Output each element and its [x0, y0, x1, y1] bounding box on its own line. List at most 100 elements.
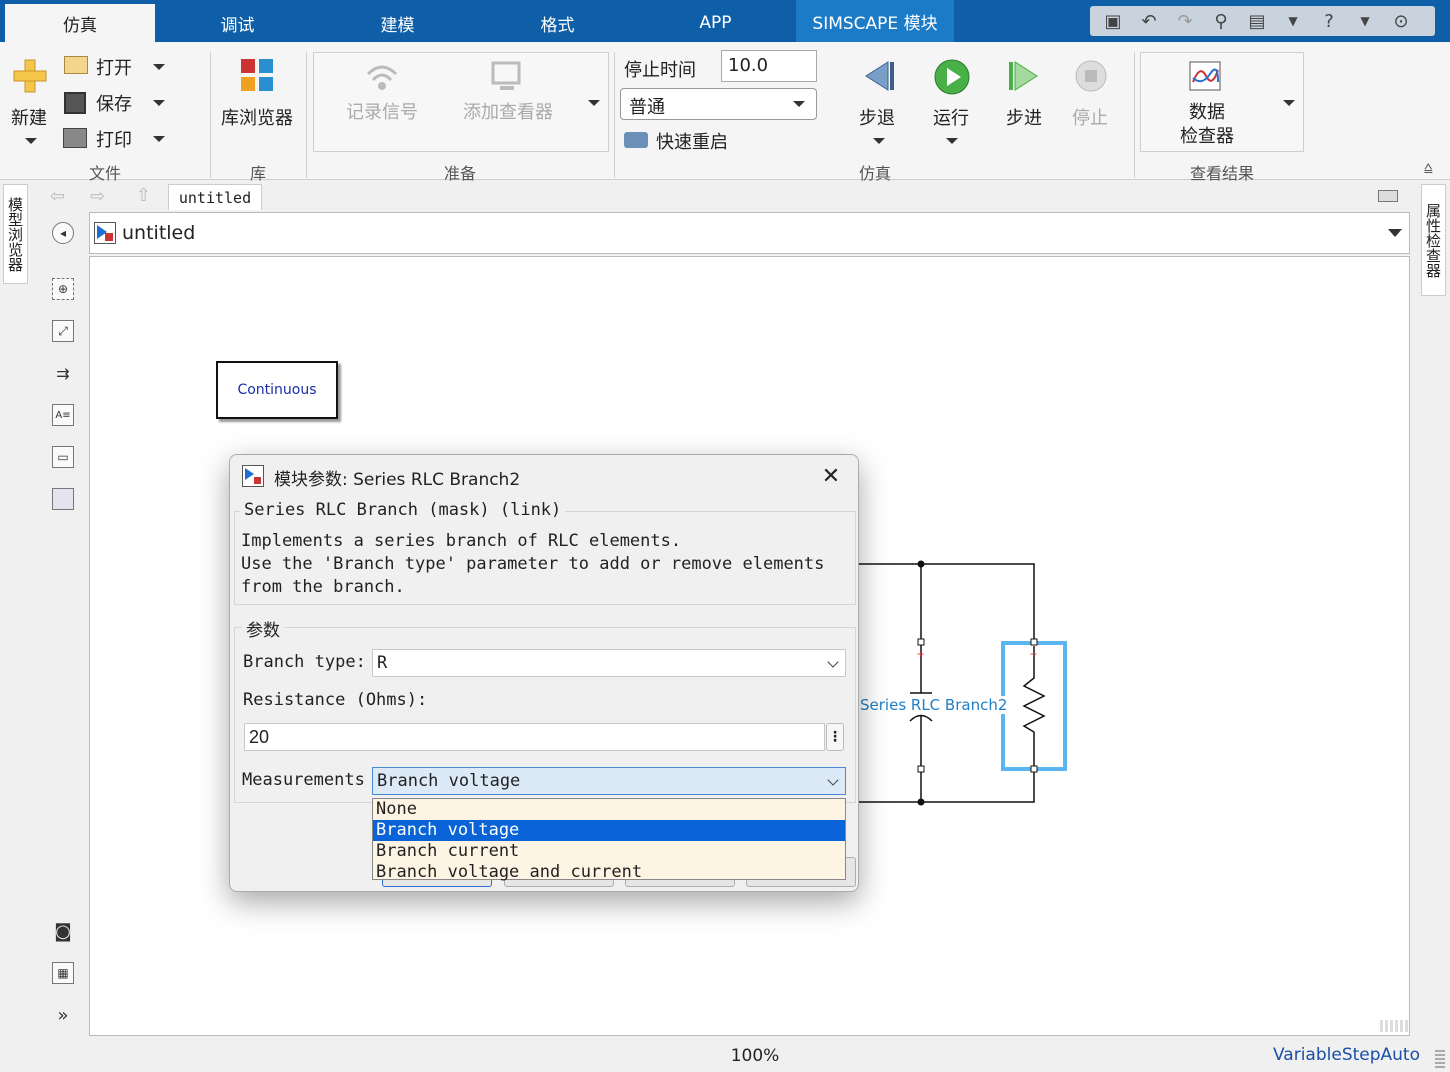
- library-browser-button[interactable]: 库浏览器: [221, 104, 293, 130]
- block-name-label[interactable]: Series RLC Branch2: [860, 696, 1008, 714]
- stop-button[interactable]: 停止: [1072, 104, 1108, 130]
- mask-header: Series RLC Branch (mask) (link): [240, 500, 566, 520]
- property-inspector-tab[interactable]: 属性检查器: [1421, 184, 1446, 296]
- chevron-down-icon[interactable]: [588, 100, 600, 106]
- redo-icon[interactable]: ↷: [1174, 10, 1196, 32]
- chevron-down-icon[interactable]: [153, 100, 165, 106]
- chevron-down-icon[interactable]: [1283, 100, 1295, 106]
- solver-link[interactable]: VariableStepAuto: [1230, 1045, 1420, 1065]
- ribbon: 新建 打开 保存 打印 文件 库浏览器 库 记录信号 添加查看器 准备 停止时间…: [0, 42, 1450, 183]
- log-signals-button[interactable]: 记录信号: [346, 98, 418, 124]
- wire: [850, 769, 1035, 803]
- fit-to-view-icon[interactable]: ⤢: [52, 320, 74, 342]
- stop-icon: [1075, 60, 1107, 92]
- tab-modeling[interactable]: 建模: [320, 4, 475, 42]
- save-icon: [64, 92, 86, 114]
- resize-grip-icon: [1435, 1050, 1445, 1068]
- measurements-select[interactable]: Branch voltage: [372, 767, 846, 795]
- zoom-in-icon[interactable]: ⊕: [52, 278, 74, 300]
- keyboard-icon[interactable]: [1378, 190, 1398, 202]
- chevron-down-icon: [827, 774, 839, 786]
- stop-time-input[interactable]: 10.0: [721, 50, 817, 82]
- signal-routing-icon[interactable]: ⇉: [52, 362, 74, 384]
- dropdown-option[interactable]: Branch voltage: [373, 820, 845, 841]
- tool-palette: ◂ ⊕ ⤢ ⇉ A≡ ▭ ◙ ▦ »: [38, 210, 86, 1040]
- resize-grip-icon: [1380, 1020, 1408, 1032]
- measurements-value: Branch voltage: [377, 771, 521, 791]
- double-chevron-right-icon[interactable]: »: [52, 1004, 74, 1026]
- model-tab[interactable]: untitled: [168, 184, 262, 210]
- group-label-prepare: 准备: [443, 164, 476, 183]
- chevron-down-icon[interactable]: [946, 138, 958, 144]
- chevron-down-icon[interactable]: [153, 136, 165, 142]
- tab-format[interactable]: 格式: [480, 4, 635, 42]
- undo-icon[interactable]: ↶: [1138, 10, 1160, 32]
- data-inspector-label-1[interactable]: 数据: [1189, 98, 1225, 124]
- port: [917, 638, 925, 646]
- tab-apps[interactable]: APP: [638, 4, 793, 42]
- description-line: Implements a series branch of RLC elemen…: [241, 531, 682, 551]
- group-label-simulation: 仿真: [858, 164, 891, 183]
- run-button[interactable]: 运行: [933, 104, 969, 130]
- measurements-label: Measurements: [242, 770, 365, 790]
- circuit-diagram: + +: [850, 560, 1067, 806]
- forward-arrow-icon[interactable]: ⇨: [90, 186, 105, 207]
- chevron-down-icon[interactable]: [25, 138, 37, 144]
- annotation-icon[interactable]: A≡: [52, 404, 74, 426]
- new-button[interactable]: 新建: [11, 104, 47, 130]
- model-browser-tab[interactable]: 模型浏览器: [3, 184, 28, 284]
- area-icon[interactable]: [52, 488, 74, 510]
- chevron-down-icon[interactable]: [873, 138, 885, 144]
- help-icon[interactable]: ?: [1318, 10, 1340, 32]
- parameters-header: 参数: [242, 616, 284, 641]
- branch-type-select[interactable]: R: [372, 649, 846, 677]
- step-back-button[interactable]: 步退: [859, 104, 895, 130]
- dialog-title: 模块参数: Series RLC Branch2: [274, 470, 521, 490]
- tab-debug[interactable]: 调试: [160, 4, 315, 42]
- new-icon: [13, 59, 47, 93]
- explorer-bar-icon[interactable]: ▦: [52, 962, 74, 984]
- group-label-review: 查看结果: [1189, 164, 1254, 183]
- divider: [306, 52, 307, 178]
- image-icon[interactable]: ▭: [52, 446, 74, 468]
- add-viewer-button[interactable]: 添加查看器: [463, 98, 553, 124]
- more-options-icon[interactable]: ⋮: [826, 723, 844, 751]
- dropdown-option[interactable]: Branch current: [373, 841, 845, 862]
- close-icon[interactable]: ✕: [818, 463, 844, 489]
- step-forward-icon: [1009, 61, 1038, 91]
- save-icon[interactable]: ▣: [1102, 10, 1124, 32]
- powergui-block[interactable]: Continuous: [216, 361, 338, 419]
- tab-simscape[interactable]: SIMSCAPE 模块: [796, 0, 954, 42]
- measurements-dropdown-list: None Branch voltage Branch current Branc…: [372, 798, 846, 883]
- resistance-input[interactable]: 20: [244, 723, 825, 751]
- chevron-down-icon[interactable]: ▼: [1282, 10, 1304, 32]
- plus-sign: +: [1030, 647, 1037, 661]
- chevron-down-icon[interactable]: ▼: [1354, 10, 1376, 32]
- data-inspector-label-2[interactable]: 检查器: [1180, 122, 1234, 148]
- port: [1030, 765, 1038, 773]
- port: [917, 765, 925, 773]
- tab-simulation[interactable]: 仿真: [5, 4, 155, 42]
- print-button[interactable]: 打印: [96, 126, 132, 152]
- branch-type-label: Branch type:: [243, 652, 366, 672]
- chevron-down-icon: [827, 656, 839, 668]
- layout-icon[interactable]: ▤: [1246, 10, 1268, 32]
- collapse-ribbon-icon[interactable]: ⩠: [1424, 160, 1433, 176]
- camera-icon[interactable]: ◙: [52, 920, 74, 942]
- back-arrow-icon[interactable]: ⇦: [50, 186, 65, 207]
- hide-palette-icon[interactable]: ◂: [52, 222, 74, 244]
- save-button[interactable]: 保存: [96, 90, 132, 116]
- address-bar[interactable]: untitled: [89, 212, 1410, 254]
- up-arrow-icon[interactable]: ⇧: [136, 185, 151, 206]
- print-icon: [63, 128, 87, 148]
- simulation-mode-select[interactable]: 普通: [620, 88, 817, 120]
- dropdown-option[interactable]: Branch voltage and current: [373, 862, 845, 883]
- search-icon[interactable]: ⚲: [1210, 10, 1232, 32]
- chevron-down-icon[interactable]: [1388, 229, 1402, 237]
- fast-restart-button[interactable]: 快速重启: [656, 128, 728, 154]
- chevron-down-icon[interactable]: [153, 64, 165, 70]
- dropdown-option[interactable]: None: [373, 799, 845, 820]
- open-button[interactable]: 打开: [96, 54, 132, 80]
- step-forward-button[interactable]: 步进: [1006, 104, 1042, 130]
- minimize-ribbon-icon[interactable]: ⊙: [1390, 10, 1412, 32]
